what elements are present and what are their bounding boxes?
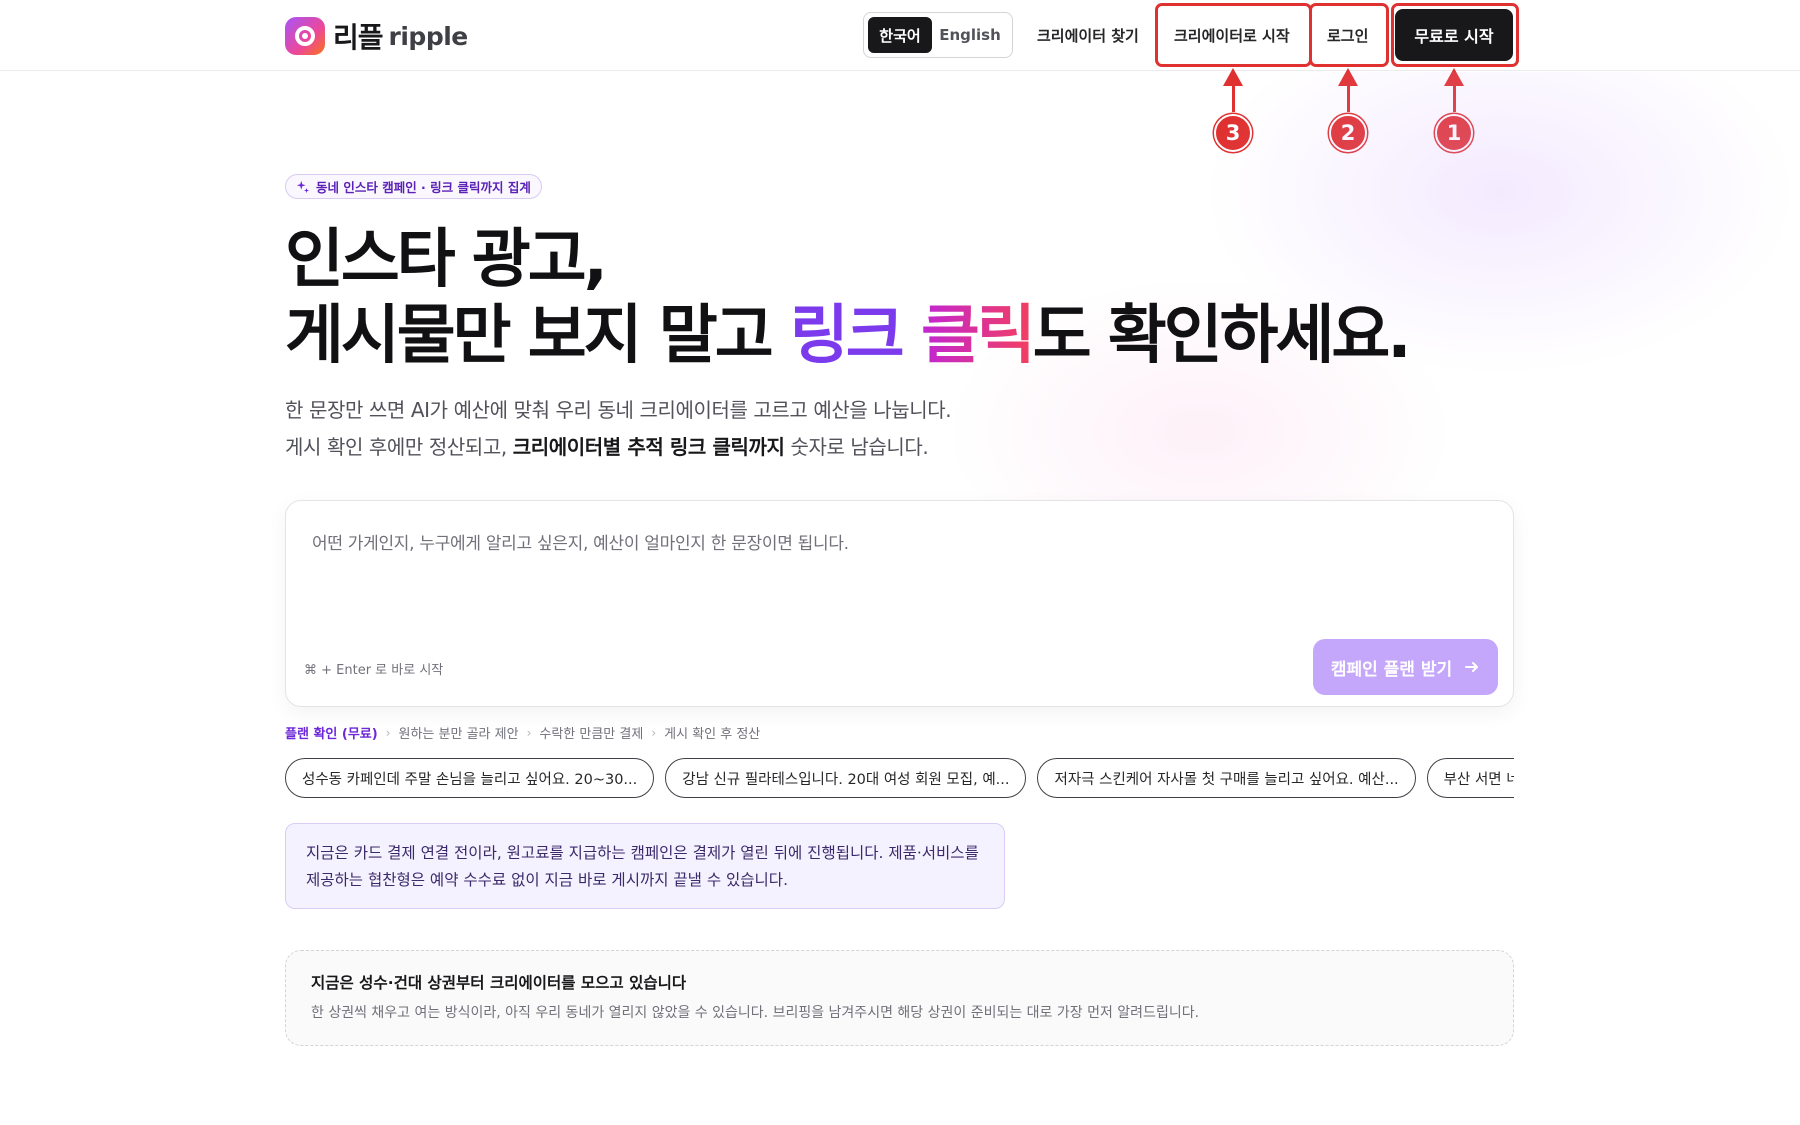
campaign-prompt-box[interactable]: 어떤 가게인지, 누구에게 알리고 싶은지, 예산이 얼마인지 한 문장이면 됩…	[285, 500, 1514, 707]
campaign-prompt-input[interactable]: 어떤 가게인지, 누구에게 알리고 싶은지, 예산이 얼마인지 한 문장이면 됩…	[312, 529, 849, 554]
example-prompt-chip[interactable]: 강남 신규 필라테스입니다. 20대 여성 회원 모집, 예...	[665, 758, 1027, 798]
step-choose-propose: 원하는 분만 골라 제안	[398, 727, 519, 742]
annotation-box-creator-start	[1155, 3, 1312, 67]
annotation-arrow-line-3	[1232, 84, 1235, 112]
process-steps: 플랜 확인 (무료) › 원하는 분만 골라 제안 › 수락한 만큼만 결제 ›…	[285, 723, 761, 743]
annotation-arrow-line-1	[1453, 84, 1456, 112]
annotation-badge-3: 3	[1214, 114, 1252, 152]
logo[interactable]: 리플 ripple	[285, 16, 468, 56]
example-prompt-chip[interactable]: 부산 서면 네일샵 신	[1426, 758, 1514, 798]
coverage-description: 한 상권씩 채우고 여는 방식이라, 아직 우리 동네가 열리지 않았을 수 있…	[311, 1005, 1200, 1021]
sparkle-icon	[296, 180, 310, 193]
get-campaign-plan-button[interactable]: 캠페인 플랜 받기	[1313, 639, 1498, 695]
annotation-badge-1: 1	[1435, 114, 1473, 152]
hero-headline-space	[902, 299, 921, 373]
hero-sub-line2-bold: 크리에이터별 추적 링크 클릭까지	[512, 435, 785, 459]
payment-notice: 지금은 카드 결제 연결 전이라, 원고료를 지급하는 캠페인은 결제가 열린 …	[285, 823, 1005, 909]
top-nav: 리플 ripple 한국어 English 크리에이터 찾기 크리에이터로 시작…	[0, 0, 1800, 71]
step-settle-after-post: 게시 확인 후 정산	[664, 727, 761, 742]
logo-text-en: ripple	[388, 21, 469, 51]
step-separator-icon: ›	[651, 725, 657, 740]
find-creator-link[interactable]: 크리에이터 찾기	[1037, 22, 1139, 48]
annotation-box-login	[1309, 3, 1389, 67]
hero-sub-line2-c: 숫자로 남습니다.	[784, 435, 929, 459]
get-campaign-plan-label: 캠페인 플랜 받기	[1330, 659, 1453, 680]
coverage-title: 지금은 성수·건대 상권부터 크리에이터를 모으고 있습니다	[311, 974, 687, 992]
annotation-box-start-free	[1391, 3, 1519, 67]
step-pay-accepted: 수락한 만큼만 결제	[539, 727, 644, 742]
annotation-arrow-line-2	[1347, 84, 1350, 112]
annotation-badge-2: 2	[1329, 114, 1367, 152]
hero-headline-click-word: 클릭	[920, 299, 1036, 373]
lang-english-button[interactable]: English	[932, 17, 1008, 53]
logo-text-ko: 리플	[333, 21, 384, 54]
step-separator-icon: ›	[526, 725, 532, 740]
hero-headline: 인스타 광고, 게시물만 보지 말고 링크 클릭도 확인하세요.	[285, 222, 1585, 374]
hero-sub-line2-a: 게시 확인 후에만 정산되고,	[285, 435, 513, 459]
hero-subheadline: 한 문장만 쓰면 AI가 예산에 맞춰 우리 동네 크리에이터를 고르고 예산을…	[285, 392, 1385, 466]
ripple-logo-icon	[285, 17, 325, 55]
hero-headline-line2-a: 게시물만 보지 말고	[285, 299, 790, 373]
language-toggle: 한국어 English	[863, 12, 1013, 58]
hero-headline-line1: 인스타 광고,	[285, 223, 608, 297]
step-separator-icon: ›	[385, 725, 391, 740]
coverage-info-box: 지금은 성수·건대 상권부터 크리에이터를 모으고 있습니다 한 상권씩 채우고…	[285, 950, 1514, 1046]
example-prompt-chip[interactable]: 저자극 스킨케어 자사몰 첫 구매를 늘리고 싶어요. 예산...	[1037, 758, 1416, 798]
example-prompts: 성수동 카페인데 주말 손님을 늘리고 싶어요. 20~30... 강남 신규 …	[285, 758, 1514, 800]
example-prompt-chip[interactable]: 성수동 카페인데 주말 손님을 늘리고 싶어요. 20~30...	[285, 758, 655, 798]
lang-korean-button[interactable]: 한국어	[868, 17, 932, 53]
keyboard-shortcut-hint: ⌘ + Enter 로 바로 시작	[304, 663, 444, 678]
hero-headline-line2-d: 도 확인하세요.	[1032, 299, 1412, 373]
hero-tag-chip: 동네 인스타 캠페인 · 링크 클릭까지 집계	[285, 174, 542, 199]
arrow-right-icon	[1465, 662, 1479, 672]
hero-headline-link-word: 링크	[789, 299, 905, 373]
step-plan-check: 플랜 확인 (무료)	[285, 727, 378, 742]
hero-tag-text: 동네 인스타 캠페인 · 링크 클릭까지 집계	[316, 180, 531, 195]
hero-sub-line1: 한 문장만 쓰면 AI가 예산에 맞춰 우리 동네 크리에이터를 고르고 예산을…	[285, 398, 952, 422]
